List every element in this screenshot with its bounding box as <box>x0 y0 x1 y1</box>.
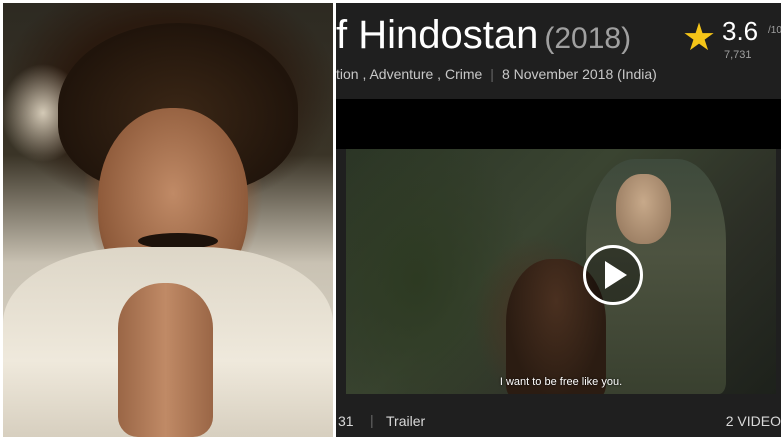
star-icon: ★ <box>682 17 717 59</box>
movie-year[interactable]: (2018) <box>544 22 631 55</box>
video-duration: 31 <box>338 413 354 429</box>
rating-block[interactable]: ★ 3.6 /10 7,731 <box>682 13 781 63</box>
play-button[interactable] <box>583 245 643 305</box>
rating-count[interactable]: 7,731 <box>724 49 752 61</box>
genres[interactable]: tion , Adventure , Crime <box>336 66 482 82</box>
movie-title[interactable]: f Hindostan (2018) <box>336 11 631 63</box>
movie-title-text[interactable]: f Hindostan <box>336 13 538 57</box>
old-man-face <box>616 174 671 244</box>
imdb-panel: f Hindostan (2018) ★ 3.6 /10 7,731 tion ,… <box>336 3 781 437</box>
video-footer: 31 | Trailer 2 VIDEO <box>336 407 781 433</box>
trailer-video[interactable]: I want to be free like you. <box>346 149 776 394</box>
rating-value: 3.6 <box>722 16 759 46</box>
actor-photo <box>3 3 333 437</box>
videos-count-link[interactable]: 2 VIDEO <box>726 413 781 429</box>
footer-separator: | <box>370 412 374 428</box>
release-date[interactable]: 8 November 2018 (India) <box>502 66 657 82</box>
play-icon <box>605 261 627 289</box>
meta-separator: | <box>490 66 494 82</box>
video-subtitle: I want to be free like you. <box>499 376 623 388</box>
rating-max: /10 <box>768 25 781 36</box>
folded-hands-shape <box>118 283 213 437</box>
video-top-band <box>336 99 781 149</box>
trailer-link[interactable]: Trailer <box>386 413 425 429</box>
movie-meta: tion , Adventure , Crime | 8 November 2018… <box>336 65 657 83</box>
